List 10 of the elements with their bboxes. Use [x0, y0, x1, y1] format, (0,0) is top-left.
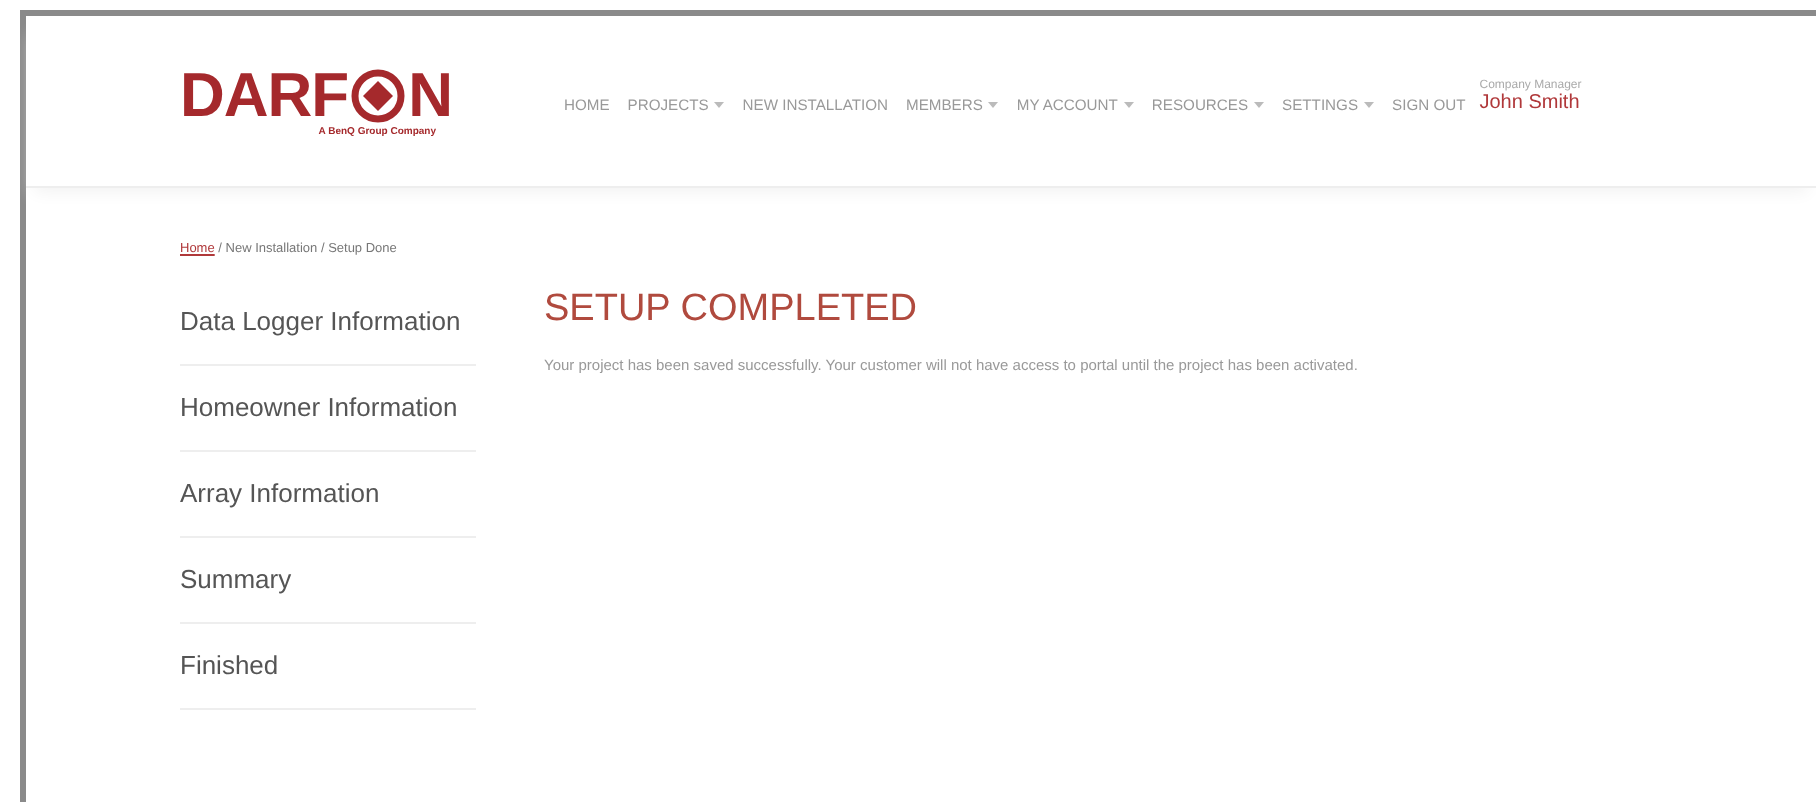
- sidebar-item[interactable]: Homeowner Information: [180, 366, 476, 452]
- user-name[interactable]: John Smith: [1479, 92, 1582, 114]
- sidebar-item[interactable]: Array Information: [180, 452, 476, 538]
- logo-text: N: [408, 64, 452, 126]
- logo-text: DARF: [180, 64, 349, 126]
- logo-icon: [350, 67, 407, 123]
- sidebar-item[interactable]: Summary: [180, 538, 476, 624]
- page-title: SETUP COMPLETED: [544, 288, 920, 332]
- sidebar-item[interactable]: Data Logger Information: [180, 280, 476, 366]
- sidebar-item[interactable]: Finished: [180, 624, 476, 710]
